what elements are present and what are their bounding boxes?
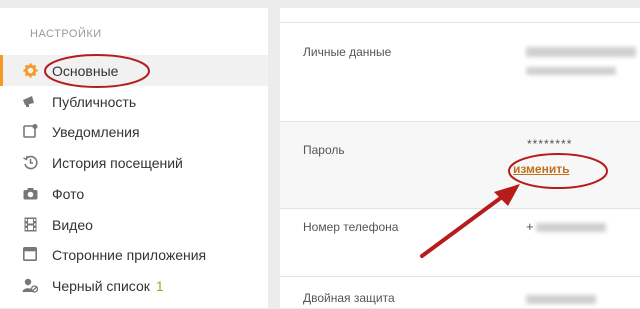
sidebar-item-label: Черный список 1 — [52, 278, 164, 294]
sidebar-heading: НАСТРОЙКИ — [30, 28, 102, 40]
sidebar-item-photo[interactable]: Фото — [0, 178, 268, 209]
personal-data-row[interactable]: Личные данные — [280, 22, 640, 122]
settings-panel: Личные данные Пароль ******** изменить Н… — [280, 8, 640, 308]
gear-icon — [22, 62, 38, 78]
phone-prefix: + — [526, 219, 534, 234]
sidebar-item-label: Сторонние приложения — [52, 246, 207, 263]
sidebar-item-blacklist[interactable]: Черный список 1 — [0, 270, 268, 301]
personal-data-value-blurred — [526, 47, 636, 57]
sidebar-item-publicity[interactable]: Публичность — [0, 86, 268, 117]
sidebar-item-main[interactable]: Основные — [0, 55, 268, 86]
sidebar-item-label: Уведомления — [52, 123, 140, 140]
apps-icon — [22, 246, 38, 262]
sidebar-item-history[interactable]: История посещений — [0, 147, 268, 178]
sidebar-item-label: История посещений — [52, 154, 183, 171]
history-icon — [22, 154, 38, 170]
user-block-icon — [22, 277, 38, 293]
notification-icon — [22, 123, 38, 139]
sidebar-item-label: Основные — [52, 62, 119, 79]
personal-data-label: Личные данные — [303, 45, 392, 59]
sidebar-item-label: Публичность — [52, 93, 137, 110]
two-factor-row[interactable]: Двойная защита — [280, 276, 640, 309]
personal-data-value-blurred — [526, 67, 616, 75]
camera-icon — [22, 185, 38, 201]
password-label: Пароль — [303, 143, 345, 157]
settings-sidebar: НАСТРОЙКИ Основные Публичность Уведомлен… — [0, 8, 268, 308]
password-value: ******** — [527, 137, 573, 151]
phone-number-blurred — [536, 223, 606, 232]
sidebar-item-video[interactable]: Видео — [0, 209, 268, 240]
sidebar-item-label: Видео — [52, 216, 93, 233]
sidebar-item-notifications[interactable]: Уведомления — [0, 116, 268, 147]
blacklist-count: 1 — [155, 277, 164, 294]
film-icon — [22, 216, 38, 232]
megaphone-icon — [22, 93, 38, 109]
phone-row[interactable]: Номер телефона + — [280, 208, 640, 277]
phone-label: Номер телефона — [303, 220, 399, 234]
password-row: Пароль ******** изменить — [280, 121, 640, 209]
sidebar-item-apps[interactable]: Сторонние приложения — [0, 239, 268, 270]
change-password-link[interactable]: изменить — [513, 162, 569, 176]
blacklist-label: Черный список — [52, 277, 150, 294]
sidebar-item-label: Фото — [52, 185, 85, 202]
